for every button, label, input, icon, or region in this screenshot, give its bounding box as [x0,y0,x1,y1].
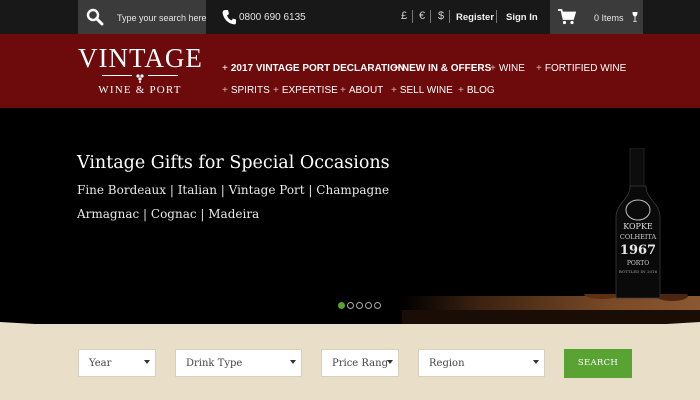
divider [430,10,431,23]
site-header: VINTAGE WINE & PORT +2017 VINTAGE PORT D… [0,34,700,108]
currency-gbp[interactable]: £ [401,10,407,22]
hero-subtitle: Fine Bordeaux | Italian | Vintage Port |… [77,183,390,197]
bottle-year: 1967 [620,243,656,258]
search-button[interactable]: SEARCH [564,349,632,378]
bottle-note: BOTTLED IN 2016 [619,269,658,274]
dropdown-arrow-icon [290,360,296,364]
logo-wordmark: VINTAGE [78,43,203,73]
nav-item-expertise[interactable]: + EXPERTISE [273,85,338,96]
phone-number[interactable]: 0800 690 6135 [239,12,306,23]
nav-item-blog[interactable]: + BLOG [458,85,495,96]
region-select[interactable]: Region [418,349,545,377]
dropdown-arrow-icon [533,360,539,364]
hero-banner[interactable]: Vintage Gifts for Special Occasions Fine… [0,108,700,324]
carousel-dot[interactable] [338,302,345,309]
top-utility-bar: Type your search here 0800 690 6135 £ € … [0,0,700,34]
wine-glass-icon [632,12,638,22]
nav-item-sell-wine[interactable]: + SELL WINE [391,85,453,96]
search-icon[interactable] [86,8,104,26]
bottle-brand: KOPKE [623,222,653,231]
year-select[interactable]: Year [78,349,156,377]
basket-button[interactable]: 0 Items [550,0,643,34]
currency-usd[interactable]: $ [438,10,444,22]
nav-item-fortified-wine[interactable]: + FORTIFIED WINE [536,63,626,74]
bottle-origin: PORTO [627,260,649,267]
hero-subtitle: Armagnac | Cognac | Madeira [77,207,260,221]
signin-link[interactable]: Sign In [506,12,538,23]
carousel-dot[interactable] [365,302,372,309]
divider [449,10,450,23]
carousel-dot[interactable] [374,302,381,309]
dropdown-arrow-icon [144,360,150,364]
search-input[interactable]: Type your search here [117,13,207,23]
currency-eur[interactable]: € [419,10,425,22]
bottle-type: COLHEITA [620,233,657,241]
site-logo[interactable]: VINTAGE WINE & PORT [78,43,203,96]
phone-icon [222,10,236,25]
carousel-dot[interactable] [347,302,354,309]
hero-curve-divider [0,322,700,340]
grapes-icon [136,74,144,83]
divider [412,10,413,23]
nav-item-about[interactable]: + ABOUT [340,85,383,96]
logo-tagline: WINE & PORT [98,84,182,96]
logo-rule [148,75,178,76]
nav-item-new-in-offers[interactable]: + NEW IN & OFFERS [393,63,491,74]
register-link[interactable]: Register [456,12,494,23]
port-bottle-image: KOPKE COLHEITA 1967 PORTO BOTTLED IN 201… [615,148,661,299]
drink-type-select[interactable]: Drink Type [175,349,302,377]
carousel-dot[interactable] [356,302,363,309]
cart-icon [558,9,576,25]
divider [496,10,497,23]
logo-rule [102,75,132,76]
basket-count: 0 Items [594,13,624,23]
nav-item-vintage-port-declaration[interactable]: +2017 VINTAGE PORT DECLARATION [222,63,405,74]
price-range-select[interactable]: Price Rang [321,349,399,377]
hero-title: Vintage Gifts for Special Occasions [77,153,390,173]
dropdown-arrow-icon [387,360,393,364]
nav-item-wine[interactable]: + WINE [490,63,525,74]
nav-item-spirits[interactable]: + SPIRITS [222,85,270,96]
site-search[interactable]: Type your search here [78,0,207,34]
